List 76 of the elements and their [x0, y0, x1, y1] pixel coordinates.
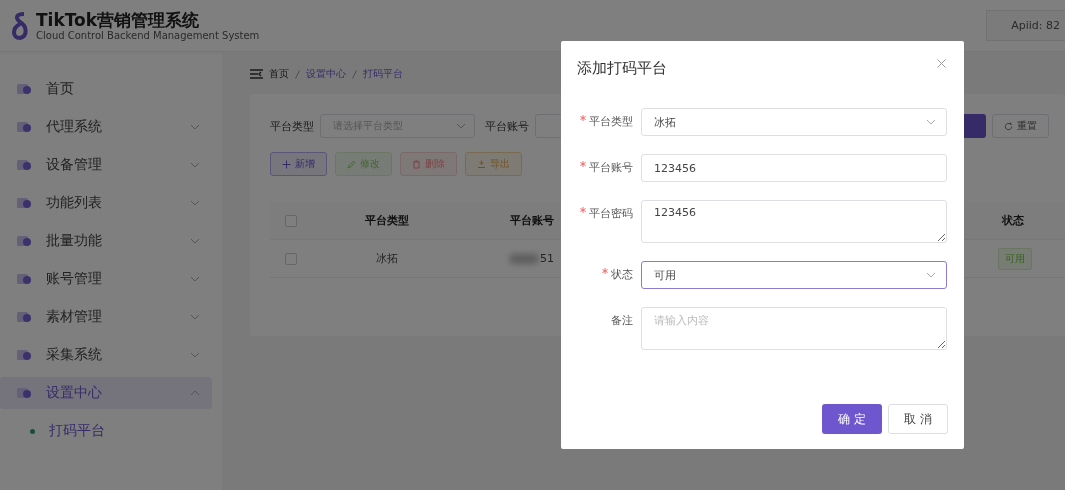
required-asterisk-icon: [602, 268, 608, 274]
folder-icon: [16, 386, 32, 400]
required-asterisk-icon: [580, 207, 586, 213]
chevron-down-icon: [190, 238, 200, 244]
add-button[interactable]: 新增: [270, 152, 327, 176]
textarea-field[interactable]: 请输入内容: [641, 307, 947, 350]
folder-icon: [16, 234, 32, 248]
breadcrumb-link[interactable]: 设置中心: [306, 67, 346, 81]
dialog-title: 添加打码平台: [577, 59, 667, 78]
field-label: 备注: [610, 313, 634, 329]
chevron-down-icon: [190, 314, 200, 320]
sidebar-item[interactable]: 代理系统: [0, 111, 212, 143]
logo-icon: [10, 11, 30, 40]
sidebar-item[interactable]: 首页: [0, 73, 212, 105]
chevron-down-icon: [456, 123, 466, 129]
column-header: 状态: [1002, 213, 1024, 228]
sidebar-item[interactable]: 素材管理: [0, 301, 212, 333]
chevron-down-icon: [190, 124, 200, 130]
folder-icon: [16, 120, 32, 134]
input-field[interactable]: 123456: [641, 154, 947, 182]
sidebar-item[interactable]: 采集系统: [0, 339, 212, 371]
cancel-button[interactable]: 取 消: [888, 404, 948, 434]
sidebar-item[interactable]: 设备管理: [0, 149, 212, 181]
filter-label: 平台账号: [485, 118, 529, 134]
blur-mask: [510, 253, 538, 264]
chevron-down-icon: [926, 119, 936, 125]
chevron-down-icon: [190, 200, 200, 206]
folder-icon: [16, 310, 32, 324]
close-icon[interactable]: [937, 59, 946, 68]
chevron-down-icon: [190, 352, 200, 358]
breadcrumb-separator-icon: [352, 69, 357, 79]
required-asterisk-icon: [580, 115, 586, 121]
sidebar-item[interactable]: 功能列表: [0, 187, 212, 219]
chevron-up-icon: [190, 390, 200, 396]
folder-icon: [16, 272, 32, 286]
field-label: 平台账号: [577, 154, 641, 182]
folder-icon: [16, 348, 32, 362]
chevron-down-icon: [190, 162, 200, 168]
plus-icon: [282, 159, 291, 169]
pencil-icon: [347, 159, 356, 169]
refresh-icon: [1004, 121, 1013, 131]
select-all-checkbox[interactable]: [285, 214, 297, 227]
field-label: 平台类型: [577, 108, 641, 136]
table-cell: 51: [540, 252, 554, 265]
folder-icon: [16, 196, 32, 210]
table-cell: 冰拓: [376, 251, 398, 266]
row-checkbox[interactable]: [285, 252, 297, 265]
column-header: 平台账号: [510, 213, 554, 228]
sidebar-item[interactable]: 批量功能: [0, 225, 212, 257]
field-label: 平台密码: [577, 200, 641, 228]
folder-icon: [16, 82, 32, 96]
breadcrumb-separator-icon: [295, 69, 300, 79]
required-asterisk-icon: [580, 161, 586, 167]
chevron-down-icon: [190, 276, 200, 282]
chevron-down-icon: [926, 272, 936, 278]
filter-label: 平台类型: [270, 118, 314, 134]
column-header: 平台类型: [365, 213, 409, 228]
breadcrumb-link[interactable]: 首页: [269, 67, 289, 81]
select-field[interactable]: 冰拓: [641, 108, 947, 136]
app-title: TikTok营销管理系统: [36, 9, 201, 30]
plus-minus-icon: [477, 159, 486, 169]
field-label: 状态: [577, 261, 641, 289]
status-tag: 可用: [998, 247, 1032, 270]
sidebar-item[interactable]: 账号管理: [0, 263, 212, 295]
breadcrumb-link[interactable]: 打码平台: [363, 67, 403, 81]
trash-icon: [412, 159, 421, 169]
textarea-field[interactable]: 123456: [641, 200, 947, 243]
reset-button[interactable]: 重置: [992, 114, 1049, 138]
app-subtitle: Cloud Control Backend Management System: [36, 29, 260, 42]
confirm-button[interactable]: 确 定: [822, 404, 882, 434]
menu-toggle-icon[interactable]: [250, 69, 263, 79]
select-field[interactable]: 可用: [641, 261, 947, 289]
sidebar-item[interactable]: 设置中心: [0, 377, 212, 409]
sidebar-subitem[interactable]: 打码平台: [0, 415, 212, 447]
folder-icon: [16, 158, 32, 172]
api-id-label: Apiid: 82: [986, 10, 1065, 41]
